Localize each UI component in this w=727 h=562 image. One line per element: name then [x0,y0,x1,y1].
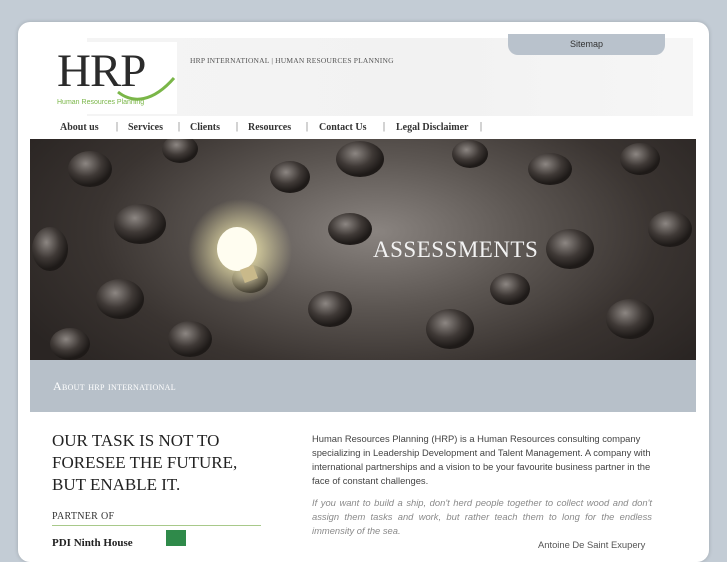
about-heading: About hrp international [53,379,176,393]
logo-swoosh-icon [117,77,176,101]
hero-banner: ASSESSMENTS [30,139,696,360]
sitemap-link[interactable]: Sitemap [508,34,665,55]
page-container: HRP Human Resources Planning HRP INTERNA… [18,22,709,562]
intro-paragraph: Human Resources Planning (HRP) is a Huma… [312,433,651,486]
site-title: HRP INTERNATIONAL | HUMAN RESOURCES PLAN… [190,56,394,65]
hero-title: ASSESSMENTS [373,237,539,262]
left-quote: OUR TASK IS NOT TO FORESEE THE FUTURE, B… [52,431,238,494]
nav-separator: | [116,121,119,132]
logo-tagline: Human Resources Planning [57,99,145,106]
partner-logo-icon[interactable] [166,530,186,546]
partner-name[interactable]: PDI Ninth House [52,537,133,549]
nav-item-clients[interactable]: Clients [190,122,220,133]
nav-separator: | [383,121,386,132]
partner-divider [52,525,261,526]
lightbulbs-image [32,139,692,360]
nav-item-services[interactable]: Services [128,122,163,133]
ship-quote: If you want to build a ship, don't herd … [312,497,652,536]
nav-separator: | [306,121,309,132]
nav-item-resources[interactable]: Resources [248,122,291,133]
hrp-logo[interactable]: HRP Human Resources Planning [54,42,177,114]
nav-item-legal-disclaimer[interactable]: Legal Disclaimer [396,122,468,133]
bulb-group [32,139,692,360]
nav-item-contact-us[interactable]: Contact Us [319,122,367,133]
partner-label: PARTNER OF [52,511,115,522]
nav-separator: | [480,121,483,132]
nav-separator: | [178,121,181,132]
nav-separator: | [236,121,239,132]
about-section-header: About hrp international [30,360,696,412]
nav-item-about-us[interactable]: About us [60,122,99,133]
